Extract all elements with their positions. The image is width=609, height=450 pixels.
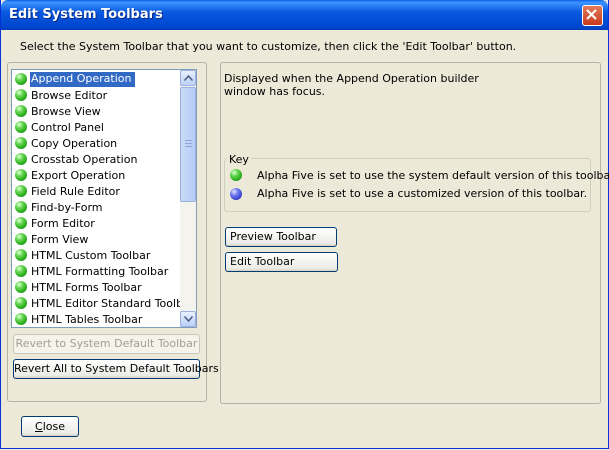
close-button[interactable]: Close — [21, 416, 79, 437]
green-dot-icon — [15, 121, 27, 133]
list-scrollbar[interactable] — [180, 70, 196, 327]
close-label: lose — [42, 420, 65, 433]
list-item-label: Export Operation — [31, 169, 126, 182]
list-item[interactable]: Browse View — [12, 103, 179, 119]
toolbar-description: Displayed when the Append Operation buil… — [224, 72, 479, 98]
key-custom-text: Alpha Five is set to use a customized ve… — [257, 187, 588, 200]
green-dot-icon — [15, 233, 27, 245]
list-item[interactable]: Control Panel — [12, 119, 179, 135]
list-item-label: Field Rule Editor — [31, 185, 120, 198]
key-default-text: Alpha Five is set to use the system defa… — [257, 169, 609, 182]
edit-system-toolbars-dialog: Edit System Toolbars Select the System T… — [0, 0, 609, 449]
list-item[interactable]: Field Rule Editor — [12, 183, 179, 199]
list-item-label: Find-by-Form — [31, 201, 103, 214]
list-item[interactable]: Browse Editor — [12, 87, 179, 103]
list-item[interactable]: Copy Operation — [12, 135, 179, 151]
list-item-label: HTML Formatting Toolbar — [31, 265, 169, 278]
list-item[interactable]: Export Operation — [12, 167, 179, 183]
close-icon — [586, 9, 597, 20]
revert-button[interactable]: Revert to System Default Toolbar — [13, 334, 200, 354]
green-dot-icon — [15, 249, 27, 261]
list-item-label: Crosstab Operation — [31, 153, 138, 166]
edit-toolbar-button[interactable]: Edit Toolbar — [225, 252, 338, 272]
list-item-label: HTML Editor Standard Toolbar — [31, 297, 195, 310]
list-item[interactable]: HTML Tables Toolbar — [12, 311, 179, 327]
list-item-label: Copy Operation — [31, 137, 118, 150]
close-mnemonic: C — [35, 420, 43, 433]
green-dot-icon — [15, 217, 27, 229]
green-dot-icon — [15, 153, 27, 165]
list-item[interactable]: Form Editor — [12, 215, 179, 231]
key-label: Key — [227, 153, 251, 166]
list-item-label: Control Panel — [31, 121, 104, 134]
green-dot-icon — [15, 105, 27, 117]
toolbar-listbox[interactable]: Append Operation Browse Editor Browse View… — [11, 69, 197, 328]
list-item[interactable]: HTML Custom Toolbar — [12, 247, 179, 263]
scroll-down-button[interactable] — [180, 311, 196, 327]
revert-all-button[interactable]: Revert All to System Default Toolbars — [13, 359, 219, 379]
chevron-up-icon — [184, 75, 193, 81]
list-item-label: HTML Forms Toolbar — [31, 281, 142, 294]
green-dot-icon — [230, 169, 242, 181]
green-dot-icon — [15, 73, 27, 85]
green-dot-icon — [15, 265, 27, 277]
list-item[interactable]: Form View — [12, 231, 179, 247]
preview-toolbar-button[interactable]: Preview Toolbar — [225, 227, 337, 247]
title-bar[interactable]: Edit System Toolbars — [1, 0, 608, 30]
blue-dot-icon — [230, 188, 242, 200]
list-item[interactable]: HTML Formatting Toolbar — [12, 263, 179, 279]
list-item[interactable]: Find-by-Form — [12, 199, 179, 215]
green-dot-icon — [15, 297, 27, 309]
window-close-button[interactable] — [582, 5, 603, 26]
list-item[interactable]: Append Operation — [12, 71, 179, 87]
list-item-label: Form Editor — [31, 217, 95, 230]
instructions-text: Select the System Toolbar that you want … — [20, 40, 517, 53]
list-item[interactable]: Crosstab Operation — [12, 151, 179, 167]
grip-icon — [185, 140, 192, 148]
green-dot-icon — [15, 185, 27, 197]
green-dot-icon — [15, 169, 27, 181]
green-dot-icon — [15, 313, 27, 325]
list-item-label: HTML Tables Toolbar — [31, 313, 143, 326]
list-item-label: Browse Editor — [31, 89, 108, 102]
green-dot-icon — [15, 201, 27, 213]
window-title: Edit System Toolbars — [9, 7, 163, 22]
green-dot-icon — [15, 137, 27, 149]
list-item[interactable]: HTML Editor Standard Toolbar — [12, 295, 194, 311]
scroll-thumb[interactable] — [180, 87, 196, 202]
list-item-label: Append Operation — [30, 72, 136, 87]
green-dot-icon — [15, 89, 27, 101]
list-item-label: Form View — [31, 233, 89, 246]
scroll-up-button[interactable] — [180, 70, 196, 86]
green-dot-icon — [15, 281, 27, 293]
list-item-label: Browse View — [31, 105, 101, 118]
chevron-down-icon — [184, 316, 193, 322]
list-item-label: HTML Custom Toolbar — [31, 249, 151, 262]
list-item[interactable]: HTML Forms Toolbar — [12, 279, 179, 295]
key-groupbox — [224, 158, 591, 212]
